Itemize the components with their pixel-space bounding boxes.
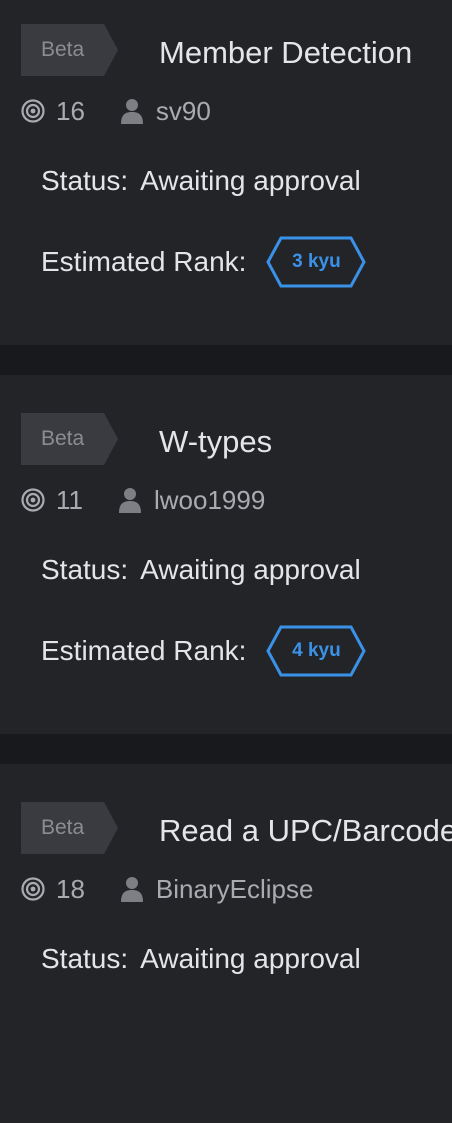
beta-tag-label: Beta [41,816,85,839]
rank-value: 4 kyu [292,640,341,661]
kata-status: Status: Awaiting approval [41,554,361,586]
kata-card[interactable]: Beta Member Detection 16 sv90 Status: Awa… [0,0,452,345]
user-icon [120,99,143,124]
kata-title[interactable]: Read a UPC/Barcode [159,813,452,849]
kata-meta: 18 BinaryEclipse [21,871,313,907]
author-name[interactable]: sv90 [156,96,211,127]
satisfaction-count: 11 [56,484,83,515]
kata-status: Status: Awaiting approval [41,165,361,197]
kata-card[interactable]: Beta Read a UPC/Barcode 18 BinaryEclipse… [0,764,452,1123]
user-icon [119,488,141,513]
beta-tag: Beta [21,413,118,465]
rank-label: Estimated Rank: [41,246,247,277]
status-value: Awaiting approval [140,165,361,196]
author-name[interactable]: lwoo1999 [154,485,265,516]
estimated-rank: Estimated Rank: 3 kyu [41,236,367,288]
target-icon [21,488,45,512]
status-value: Awaiting approval [140,554,361,585]
target-icon [21,99,45,123]
beta-tag: Beta [21,24,118,76]
rank-badge: 4 kyu [266,625,367,677]
kata-status: Status: Awaiting approval [41,943,361,975]
kata-card[interactable]: Beta W-types 11 lwoo1999 Status: Awaiting… [0,375,452,734]
satisfaction-count: 18 [56,873,85,904]
rank-badge: 3 kyu [266,236,367,288]
target-icon [21,877,45,901]
status-label: Status: [41,943,129,974]
kata-title[interactable]: W-types [159,424,272,460]
status-value: Awaiting approval [140,943,361,974]
beta-tag-label: Beta [41,38,85,61]
user-icon [120,877,143,902]
kata-meta: 11 lwoo1999 [21,482,265,518]
beta-tag-label: Beta [41,427,85,450]
author-name[interactable]: BinaryEclipse [156,874,314,905]
kata-title[interactable]: Member Detection [159,35,412,71]
estimated-rank: Estimated Rank: 4 kyu [41,625,367,677]
rank-value: 3 kyu [292,251,341,272]
status-label: Status: [41,554,129,585]
satisfaction-count: 16 [56,95,85,126]
status-label: Status: [41,165,129,196]
beta-tag: Beta [21,802,118,854]
rank-label: Estimated Rank: [41,635,247,666]
kata-meta: 16 sv90 [21,93,211,129]
